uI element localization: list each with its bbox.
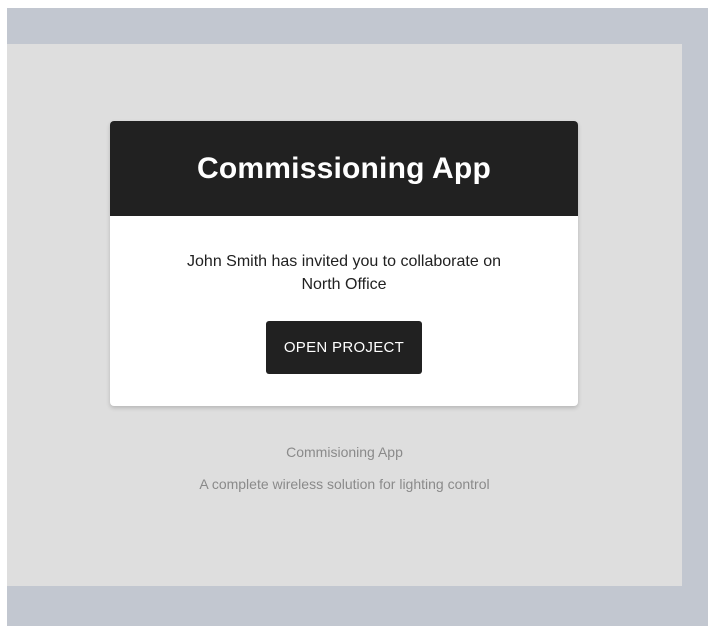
email-canvas: Commissioning App John Smith has invited…: [7, 44, 682, 586]
card-header: Commissioning App: [110, 121, 578, 216]
app-title: Commissioning App: [197, 151, 491, 185]
card-body: John Smith has invited you to collaborat…: [110, 216, 578, 374]
invite-message: John Smith has invited you to collaborat…: [110, 250, 578, 296]
invite-message-text: John Smith has invited you to collaborat…: [187, 253, 501, 270]
invite-card: Commissioning App John Smith has invited…: [110, 121, 578, 406]
page-top-edge: [0, 0, 708, 8]
page-left-edge: [0, 0, 7, 626]
footer-app-name: Commisioning App: [286, 444, 403, 460]
footer-tagline: A complete wireless solution for lightin…: [199, 476, 490, 492]
footer: Commisioning App A complete wireless sol…: [7, 442, 682, 494]
open-project-button[interactable]: OPEN PROJECT: [265, 321, 423, 374]
project-name: North Office: [301, 276, 387, 293]
